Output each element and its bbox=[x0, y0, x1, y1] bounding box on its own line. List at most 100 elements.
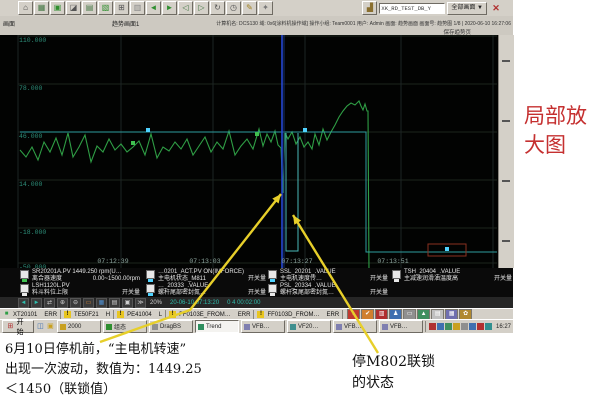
task-button-vfb[interactable]: VFB… bbox=[332, 320, 377, 333]
tray-icon[interactable] bbox=[428, 323, 436, 330]
zoom-in-icon[interactable]: ⊕ bbox=[57, 297, 68, 308]
legend-tag-desc: 螺杆尾部密封氮… bbox=[158, 290, 207, 296]
task-button-vfb[interactable]: VFB… bbox=[378, 320, 423, 333]
tray-icon[interactable] bbox=[476, 323, 484, 330]
step-back-icon[interactable]: ◄ bbox=[18, 297, 29, 308]
start-label: 开始 bbox=[16, 318, 24, 336]
legend-item[interactable]: …_20333_.VALUE 螺杆尾部密封氮… 开关量 bbox=[146, 283, 268, 296]
page-forward-icon[interactable]: ▷ bbox=[194, 1, 209, 15]
y-axis-label: 14.000 bbox=[19, 181, 43, 188]
alert-icon: ! bbox=[169, 311, 177, 318]
legend-item[interactable]: PSL_20334_.VALUE 螺杆泵尾部密封氮… 开关量 bbox=[268, 283, 390, 296]
legend-checkbox[interactable] bbox=[268, 284, 277, 296]
legend-checkbox[interactable] bbox=[146, 284, 155, 296]
legend-tag-name: LSH1120L.PV bbox=[32, 283, 70, 289]
task-button-label: VFB… bbox=[389, 323, 408, 330]
tile-view-icon[interactable]: ⊞ bbox=[114, 1, 129, 15]
trend-zoom-level[interactable]: 20% bbox=[150, 300, 162, 306]
alarm-entry[interactable]: ! FF0103D_FROM… ERR bbox=[254, 310, 344, 319]
alarm-entry[interactable]: ! PE41004 L bbox=[114, 310, 167, 319]
annotation-middle: 停M802联锁 的状态 bbox=[352, 352, 435, 394]
tray-icon[interactable] bbox=[444, 323, 452, 330]
screen-green-icon[interactable]: ▣ bbox=[50, 1, 65, 15]
legend-item[interactable]: SSL_20201_.VALUE 主电机速度传… 开关量 bbox=[268, 269, 390, 282]
legend-checkbox[interactable] bbox=[146, 270, 155, 282]
status-square-icon: ■ bbox=[4, 311, 9, 317]
legend-checkbox[interactable] bbox=[268, 270, 277, 282]
legend-tag-name: …_20333_.VALUE bbox=[158, 283, 209, 289]
overview-icon[interactable]: ▥ bbox=[130, 1, 145, 15]
legend-item[interactable]: SR20201A.PV 1449.250 rpm(U… 离合器速度 0.00~150… bbox=[20, 269, 142, 282]
tray-icon[interactable] bbox=[452, 323, 460, 330]
legend-item[interactable]: LSH1120L.PV 料斗料位上限 开关量 bbox=[20, 283, 142, 296]
y-axis-label: 46.000 bbox=[19, 133, 43, 140]
more-icon[interactable]: ≫ bbox=[135, 297, 146, 308]
task-button-vfb[interactable]: VFB… bbox=[240, 320, 285, 333]
screen-split-icon[interactable]: ◪ bbox=[66, 1, 81, 15]
folder-2000-icon[interactable]: ▣ bbox=[46, 322, 55, 331]
start-button[interactable]: ⊞ 开始 bbox=[2, 319, 34, 336]
print-icon[interactable]: ▤ bbox=[109, 297, 120, 308]
close-icon[interactable]: ✕ bbox=[489, 2, 503, 15]
tag-search-input[interactable] bbox=[379, 2, 446, 14]
task-button-trend[interactable]: Trend bbox=[194, 320, 239, 333]
forward-icon[interactable]: ► bbox=[162, 1, 177, 15]
step-forward-icon[interactable]: ► bbox=[31, 297, 42, 308]
all-views-dropdown[interactable]: 全部画面 ▼ bbox=[447, 1, 487, 15]
system-tray: 16:27 bbox=[424, 321, 511, 332]
legend-range: 0.00~1500.00rpm bbox=[92, 276, 140, 282]
chart-vertical-scrollbar[interactable] bbox=[498, 35, 514, 268]
task-button-vf20[interactable]: VF20… bbox=[286, 320, 331, 333]
task-button-[interactable]: 组态 bbox=[102, 320, 147, 333]
group-view-icon[interactable]: ▤ bbox=[82, 1, 97, 15]
alarm-entry[interactable]: ! FF0103E_FROM… ERR bbox=[166, 310, 255, 319]
tray-icon[interactable] bbox=[484, 323, 492, 330]
grid-icon[interactable]: ▦ bbox=[96, 297, 107, 308]
legend-tag-desc: 料斗料位上限 bbox=[32, 290, 69, 296]
tray-icon[interactable] bbox=[436, 323, 444, 330]
tools-icon[interactable]: ✦ bbox=[258, 1, 273, 15]
task-button-dragbs[interactable]: DragBS bbox=[148, 320, 193, 333]
alert-icon: ! bbox=[257, 311, 265, 318]
tray-icon[interactable] bbox=[460, 323, 468, 330]
task-button-icon bbox=[243, 323, 250, 330]
range-icon[interactable]: ▭ bbox=[83, 297, 94, 308]
legend-item[interactable]: TSH_20404_.VALUE 主减速润滑油温度高 开关量 bbox=[392, 269, 514, 282]
task-button-2000[interactable]: 2000 bbox=[56, 320, 101, 333]
tray-icon[interactable] bbox=[468, 323, 476, 330]
legend-checkbox[interactable] bbox=[20, 270, 29, 282]
home-icon[interactable]: ⌂ bbox=[18, 1, 33, 15]
trend-time-span: 0 4 00:02:00 bbox=[227, 299, 261, 306]
screen-icon[interactable]: ▦ bbox=[34, 1, 49, 15]
legend-checkbox[interactable] bbox=[20, 284, 29, 296]
legend-tag-desc: 主减速润滑油温度高 bbox=[404, 276, 459, 282]
back-icon[interactable]: ◄ bbox=[146, 1, 161, 15]
trend-chart[interactable]: 110.000 78.000 46.000 14.000 -18.000 -50.000 0… bbox=[0, 35, 498, 273]
alarm-tag: FF0103D_FROM… bbox=[267, 311, 320, 318]
annotation-left: 6月10日停机前，“主电机转速” 出现一次波动，数值为：1449.25 ＜145… bbox=[5, 340, 202, 400]
chart-shortcut-icon[interactable]: ▟ bbox=[362, 1, 378, 15]
trend-view-icon[interactable]: ▧ bbox=[98, 1, 113, 15]
task-button-label: VFB… bbox=[251, 323, 270, 330]
alarm-entry[interactable]: ■ XT20101 ERR bbox=[0, 310, 62, 319]
legend-checkbox[interactable] bbox=[392, 270, 401, 282]
pan-icon[interactable]: ⇄ bbox=[44, 297, 55, 308]
task-button-icon bbox=[381, 323, 388, 330]
task-button-label: VF20… bbox=[297, 323, 319, 330]
annotation-middle-line2: 的状态 bbox=[352, 375, 394, 391]
alarm-entry[interactable]: ! TE50F21 H bbox=[61, 310, 115, 319]
subheader: 保存趋势页 bbox=[0, 28, 513, 36]
toolbar-right-group: ▟ 全部画面 ▼ ✕ bbox=[362, 1, 503, 15]
alert-icon: ! bbox=[64, 311, 72, 318]
zoom-out-icon[interactable]: ⊖ bbox=[70, 297, 81, 308]
pen-icon[interactable]: ✎ bbox=[242, 1, 257, 15]
desktop-icon[interactable]: ◫ bbox=[36, 322, 45, 331]
task-button-label: VFB… bbox=[343, 323, 362, 330]
page-back-icon[interactable]: ◁ bbox=[178, 1, 193, 15]
save-icon[interactable]: ▣ bbox=[122, 297, 133, 308]
task-button-label: 2000 bbox=[67, 323, 82, 330]
refresh-icon[interactable]: ↻ bbox=[210, 1, 225, 15]
windows-logo-icon: ⊞ bbox=[7, 323, 14, 330]
clock-icon[interactable]: ◷ bbox=[226, 1, 241, 15]
legend-item[interactable]: …0201_ACT.PV ON(IMFORCE) 主电机状态_M811 开关量 bbox=[146, 269, 268, 282]
